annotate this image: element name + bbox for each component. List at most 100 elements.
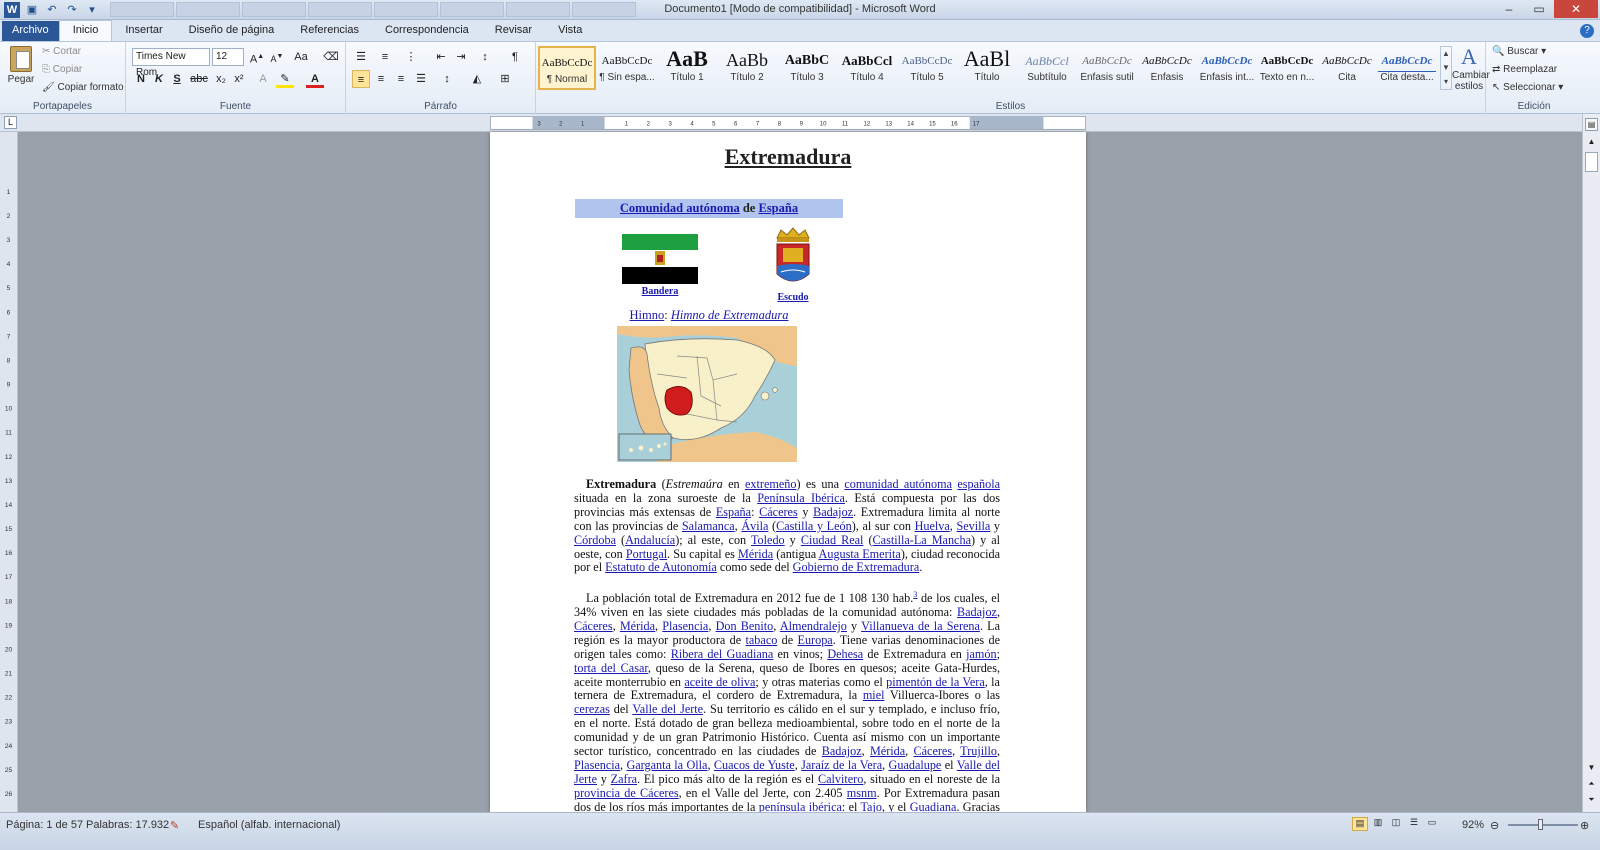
inline-link[interactable]: Badajoz	[822, 744, 862, 758]
tab-selector-icon[interactable]: L	[4, 116, 17, 129]
help-icon[interactable]: ?	[1580, 24, 1594, 38]
infobox-country-link[interactable]: España	[758, 201, 798, 215]
flag-label[interactable]: Bandera	[622, 286, 698, 297]
tab-revisar[interactable]: Revisar	[482, 21, 545, 41]
style-titulo-5[interactable]: AaBbCcDc Título 5	[898, 46, 956, 90]
inline-link[interactable]: Augusta Emerita	[819, 547, 901, 561]
inline-link[interactable]: Plasencia	[574, 758, 620, 772]
highlight-icon[interactable]: ✎	[276, 70, 294, 88]
outline-icon[interactable]: ☰	[1406, 817, 1422, 831]
inline-link[interactable]: Ribera del Guadiana	[671, 647, 774, 661]
grow-font-icon[interactable]: A▲	[248, 48, 266, 66]
increase-indent-icon[interactable]: ⇥	[452, 48, 470, 66]
style-titulo-2[interactable]: AaBb Título 2	[718, 46, 776, 90]
inline-link[interactable]: tabaco	[746, 633, 778, 647]
style-texto-en-negrita[interactable]: AaBbCcDc Texto en n...	[1258, 46, 1316, 90]
find-button[interactable]: 🔍 Buscar ▾	[1492, 46, 1546, 57]
inline-link[interactable]: Almendralejo	[780, 619, 847, 633]
inline-link[interactable]: comunidad autónoma	[844, 477, 952, 491]
style-titulo-1[interactable]: AaB Título 1	[658, 46, 716, 90]
scroll-thumb[interactable]	[1585, 152, 1598, 172]
line-spacing-icon[interactable]: ↕	[438, 70, 456, 88]
inline-link[interactable]: Ávila	[741, 519, 768, 533]
inline-link[interactable]: msnm	[847, 786, 877, 800]
inline-link[interactable]: Península Ibérica	[757, 491, 845, 505]
anthem-label-link[interactable]: Himno	[630, 308, 665, 322]
inline-link[interactable]: torta del Casar	[574, 661, 648, 675]
styles-scroll-icon[interactable]: ▲ ▼ ▾	[1440, 46, 1452, 90]
inline-link[interactable]: Mérida	[620, 619, 655, 633]
shrink-font-icon[interactable]: A▼	[268, 48, 286, 66]
inline-link[interactable]: Europa	[798, 633, 833, 647]
inline-link[interactable]: Sevilla	[956, 519, 990, 533]
zoom-in-icon[interactable]: ⊕	[1580, 819, 1589, 832]
replace-button[interactable]: ⇄ Reemplazar	[1492, 64, 1557, 75]
inline-link[interactable]: Jaraíz de la Vera	[801, 758, 882, 772]
inline-link[interactable]: provincia de Cáceres	[574, 786, 679, 800]
zoom-out-icon[interactable]: ⊖	[1490, 819, 1499, 832]
align-right-icon[interactable]: ≡	[392, 70, 410, 88]
style-cita[interactable]: AaBbCcDc Cita	[1318, 46, 1376, 90]
inline-link[interactable]: Plasencia	[662, 619, 708, 633]
inline-link[interactable]: Estatuto de Autonomía	[605, 560, 717, 574]
inline-link[interactable]: Gobierno de Extremadura	[793, 560, 920, 574]
word-count[interactable]: Palabras: 17.932	[86, 819, 169, 831]
inline-link[interactable]: jamón	[966, 647, 996, 661]
inline-link[interactable]: Trujillo	[960, 744, 997, 758]
select-button[interactable]: ↖ Seleccionar ▾	[1492, 82, 1563, 93]
tab-vista[interactable]: Vista	[545, 21, 595, 41]
tab-correspondencia[interactable]: Correspondencia	[372, 21, 482, 41]
align-center-icon[interactable]: ≡	[372, 70, 390, 88]
horizontal-ruler[interactable]: 3 2 1 1 2 3 4 5 6 7 8 9 10 11 12 13 14 15 16 17	[490, 116, 1086, 130]
zoom-slider[interactable]	[1508, 824, 1578, 826]
print-layout-icon[interactable]: ▤	[1352, 817, 1368, 831]
change-styles-button[interactable]: A Cambiar estilos	[1452, 44, 1490, 92]
prev-page-icon[interactable]: ⏶	[1585, 778, 1598, 791]
proofing-icon[interactable]: ✎	[170, 819, 179, 832]
subscript-icon[interactable]: x₂	[212, 70, 230, 88]
page-count[interactable]: Página: 1 de 57	[6, 819, 83, 831]
style-normal[interactable]: AaBbCcDc ¶ Normal	[538, 46, 596, 90]
inline-link[interactable]: Toledo	[751, 533, 785, 547]
tab-referencias[interactable]: Referencias	[287, 21, 372, 41]
maximize-icon[interactable]: ▭	[1524, 0, 1554, 18]
inline-link[interactable]: Cáceres	[759, 505, 798, 519]
style-titulo-4[interactable]: AaBbCcl Título 4	[838, 46, 896, 90]
font-color-icon[interactable]: A	[306, 70, 324, 88]
inline-link[interactable]: Badajoz	[957, 605, 997, 619]
decrease-indent-icon[interactable]: ⇤	[432, 48, 450, 66]
change-case-icon[interactable]: Aa	[292, 48, 310, 66]
web-layout-icon[interactable]: ◫	[1388, 817, 1404, 831]
zoom-level[interactable]: 92%	[1462, 819, 1484, 831]
vertical-scrollbar[interactable]: ▤ ▲ ▼ ⏶ ⏷	[1582, 114, 1600, 812]
tab-diseno-pagina[interactable]: Diseño de página	[176, 21, 288, 41]
inline-link[interactable]: Mérida	[738, 547, 773, 561]
multilevel-list-icon[interactable]: ⋮	[402, 48, 420, 66]
inline-link[interactable]: Zafra	[611, 772, 637, 786]
inline-link[interactable]: Cáceres	[914, 744, 953, 758]
format-painter-button[interactable]: 🖌 Copiar formato	[42, 82, 124, 93]
inline-link[interactable]: extremeño	[745, 477, 796, 491]
inline-link[interactable]: Garganta la Olla	[626, 758, 707, 772]
inline-link[interactable]: cerezas	[574, 702, 610, 716]
tab-inicio[interactable]: Inicio	[58, 20, 113, 41]
font-size-field[interactable]: 12	[212, 48, 244, 66]
tab-archivo[interactable]: Archivo	[2, 21, 59, 41]
sort-icon[interactable]: ↕	[476, 48, 494, 66]
view-ruler-icon[interactable]: ▤	[1585, 118, 1598, 131]
bold-button[interactable]: N	[132, 70, 150, 88]
style-enfasis-intenso[interactable]: AaBbCcDc Énfasis int...	[1198, 46, 1256, 90]
inline-link[interactable]: Andalucía	[625, 533, 675, 547]
copy-button[interactable]: ⎘ Copiar	[42, 64, 82, 75]
next-page-icon[interactable]: ⏷	[1585, 794, 1598, 807]
inline-link[interactable]: Villanueva de la Serena	[861, 619, 980, 633]
show-marks-icon[interactable]: ¶	[506, 48, 524, 66]
inline-link[interactable]: aceite de oliva	[684, 675, 755, 689]
style-cita-destacada[interactable]: AaBbCcDc Cita desta...	[1378, 46, 1436, 90]
style-titulo[interactable]: AaBl Título	[958, 46, 1016, 90]
underline-button[interactable]: S	[168, 70, 186, 88]
italic-button[interactable]: K	[150, 70, 168, 88]
inline-link[interactable]: Córdoba	[574, 533, 616, 547]
text-effects-icon[interactable]: A	[254, 70, 272, 88]
tab-insertar[interactable]: Insertar	[112, 21, 175, 41]
